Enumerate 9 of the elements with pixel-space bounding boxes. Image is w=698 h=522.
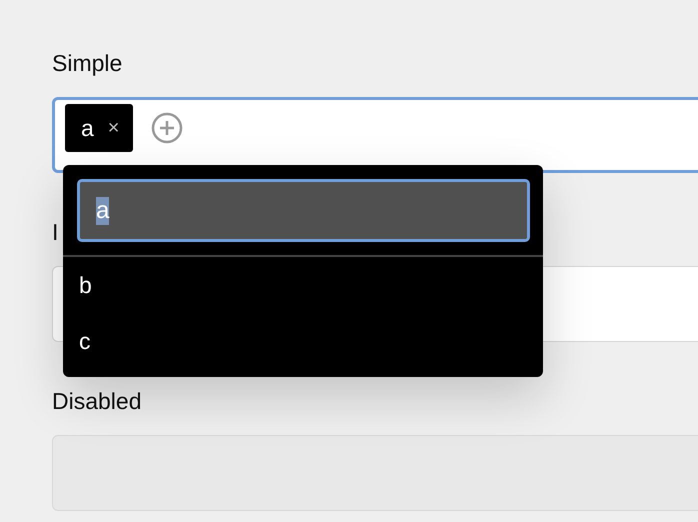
remove-button[interactable]: × bbox=[108, 116, 120, 140]
add-icon[interactable] bbox=[151, 112, 184, 144]
dropdown-option[interactable]: b bbox=[63, 257, 543, 313]
tag-text: a bbox=[81, 114, 94, 142]
field-label: Simple bbox=[52, 50, 122, 77]
tag-input-field[interactable]: a × bbox=[52, 97, 698, 173]
field-label: Disabled bbox=[52, 388, 142, 415]
dropdown-option[interactable]: c bbox=[63, 313, 543, 369]
field-label: I bbox=[52, 219, 58, 246]
